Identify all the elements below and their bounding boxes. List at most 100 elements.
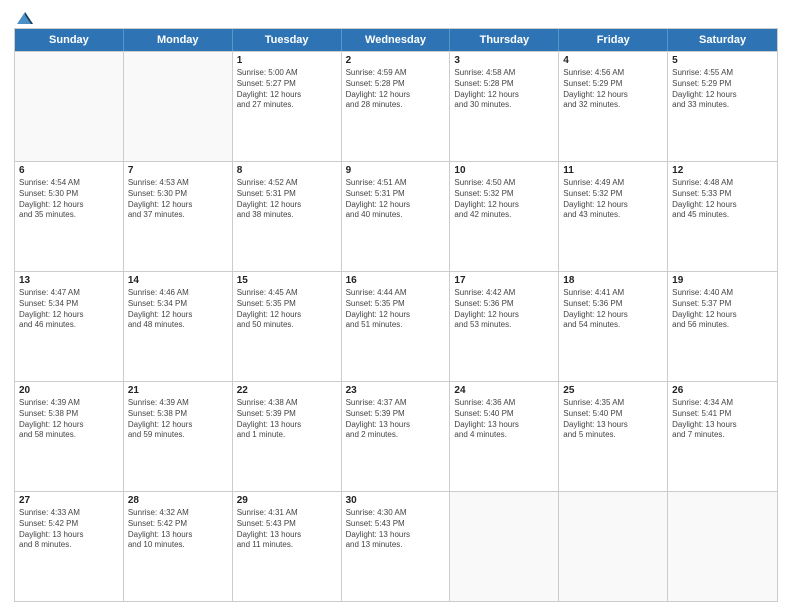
day-number: 16 bbox=[346, 275, 446, 286]
cal-cell: 21 Sunrise: 4:39 AM Sunset: 5:38 PM Dayli… bbox=[124, 382, 233, 491]
day-info: Sunrise: 4:31 AM Sunset: 5:43 PM Dayligh… bbox=[237, 508, 337, 551]
day-number: 26 bbox=[672, 385, 773, 396]
day-info: Sunrise: 4:49 AM Sunset: 5:32 PM Dayligh… bbox=[563, 178, 663, 221]
cal-cell: 28Sunrise: 4:32 AM Sunset: 5:42 PM Dayli… bbox=[124, 492, 233, 601]
day-info: Sunrise: 4:39 AM Sunset: 5:38 PM Dayligh… bbox=[19, 398, 119, 441]
cal-cell: 17Sunrise: 4:42 AM Sunset: 5:36 PM Dayli… bbox=[450, 272, 559, 381]
day-number: 25 bbox=[563, 385, 663, 396]
day-info: Sunrise: 4:39 AM Sunset: 5:38 PM Dayligh… bbox=[128, 398, 228, 441]
day-number: 21 bbox=[128, 385, 228, 396]
cal-cell: 8 Sunrise: 4:52 AM Sunset: 5:31 PM Daylig… bbox=[233, 162, 342, 271]
cal-cell: 24 Sunrise: 4:36 AM Sunset: 5:40 PM Dayli… bbox=[450, 382, 559, 491]
day-info: Sunrise: 4:51 AM Sunset: 5:31 PM Dayligh… bbox=[346, 178, 446, 221]
day-info: Sunrise: 4:48 AM Sunset: 5:33 PM Dayligh… bbox=[672, 178, 773, 221]
cal-cell: 10 Sunrise: 4:50 AM Sunset: 5:32 PM Dayli… bbox=[450, 162, 559, 271]
cal-header-friday: Friday bbox=[559, 29, 668, 51]
cal-header-wednesday: Wednesday bbox=[342, 29, 451, 51]
cal-cell: 6Sunrise: 4:54 AM Sunset: 5:30 PM Daylig… bbox=[15, 162, 124, 271]
cal-header-saturday: Saturday bbox=[668, 29, 777, 51]
cal-cell bbox=[15, 52, 124, 161]
day-info: Sunrise: 4:56 AM Sunset: 5:29 PM Dayligh… bbox=[563, 68, 663, 111]
cal-cell: 9 Sunrise: 4:51 AM Sunset: 5:31 PM Daylig… bbox=[342, 162, 451, 271]
day-number: 23 bbox=[346, 385, 446, 396]
cal-week-4: 20 Sunrise: 4:39 AM Sunset: 5:38 PM Dayli… bbox=[15, 381, 777, 491]
day-info: Sunrise: 4:47 AM Sunset: 5:34 PM Dayligh… bbox=[19, 288, 119, 331]
day-info: Sunrise: 4:52 AM Sunset: 5:31 PM Dayligh… bbox=[237, 178, 337, 221]
cal-cell bbox=[559, 492, 668, 601]
day-info: Sunrise: 4:41 AM Sunset: 5:36 PM Dayligh… bbox=[563, 288, 663, 331]
day-info: Sunrise: 4:37 AM Sunset: 5:39 PM Dayligh… bbox=[346, 398, 446, 441]
cal-cell: 22 Sunrise: 4:38 AM Sunset: 5:39 PM Dayli… bbox=[233, 382, 342, 491]
cal-cell: 18 Sunrise: 4:41 AM Sunset: 5:36 PM Dayli… bbox=[559, 272, 668, 381]
cal-cell: 19 Sunrise: 4:40 AM Sunset: 5:37 PM Dayli… bbox=[668, 272, 777, 381]
cal-cell: 27Sunrise: 4:33 AM Sunset: 5:42 PM Dayli… bbox=[15, 492, 124, 601]
logo bbox=[14, 10, 36, 22]
day-info: Sunrise: 4:45 AM Sunset: 5:35 PM Dayligh… bbox=[237, 288, 337, 331]
day-info: Sunrise: 4:55 AM Sunset: 5:29 PM Dayligh… bbox=[672, 68, 773, 111]
day-info: Sunrise: 4:40 AM Sunset: 5:37 PM Dayligh… bbox=[672, 288, 773, 331]
day-number: 12 bbox=[672, 165, 773, 176]
day-number: 30 bbox=[346, 495, 446, 506]
day-info: Sunrise: 4:33 AM Sunset: 5:42 PM Dayligh… bbox=[19, 508, 119, 551]
cal-header-sunday: Sunday bbox=[15, 29, 124, 51]
cal-header-thursday: Thursday bbox=[450, 29, 559, 51]
day-number: 8 bbox=[237, 165, 337, 176]
day-number: 3 bbox=[454, 55, 554, 66]
day-info: Sunrise: 4:34 AM Sunset: 5:41 PM Dayligh… bbox=[672, 398, 773, 441]
day-number: 2 bbox=[346, 55, 446, 66]
day-info: Sunrise: 4:50 AM Sunset: 5:32 PM Dayligh… bbox=[454, 178, 554, 221]
calendar-header-row: SundayMondayTuesdayWednesdayThursdayFrid… bbox=[15, 29, 777, 51]
cal-cell: 13 Sunrise: 4:47 AM Sunset: 5:34 PM Dayli… bbox=[15, 272, 124, 381]
day-number: 10 bbox=[454, 165, 554, 176]
day-info: Sunrise: 4:38 AM Sunset: 5:39 PM Dayligh… bbox=[237, 398, 337, 441]
day-info: Sunrise: 4:59 AM Sunset: 5:28 PM Dayligh… bbox=[346, 68, 446, 111]
day-number: 9 bbox=[346, 165, 446, 176]
day-info: Sunrise: 4:53 AM Sunset: 5:30 PM Dayligh… bbox=[128, 178, 228, 221]
day-number: 28 bbox=[128, 495, 228, 506]
cal-cell: 1 Sunrise: 5:00 AM Sunset: 5:27 PM Daylig… bbox=[233, 52, 342, 161]
day-info: Sunrise: 4:42 AM Sunset: 5:36 PM Dayligh… bbox=[454, 288, 554, 331]
cal-cell: 16 Sunrise: 4:44 AM Sunset: 5:35 PM Dayli… bbox=[342, 272, 451, 381]
cal-cell: 11 Sunrise: 4:49 AM Sunset: 5:32 PM Dayli… bbox=[559, 162, 668, 271]
day-number: 15 bbox=[237, 275, 337, 286]
day-number: 4 bbox=[563, 55, 663, 66]
day-number: 1 bbox=[237, 55, 337, 66]
day-info: Sunrise: 4:36 AM Sunset: 5:40 PM Dayligh… bbox=[454, 398, 554, 441]
cal-cell: 12 Sunrise: 4:48 AM Sunset: 5:33 PM Dayli… bbox=[668, 162, 777, 271]
cal-cell: 14 Sunrise: 4:46 AM Sunset: 5:34 PM Dayli… bbox=[124, 272, 233, 381]
cal-cell: 29 Sunrise: 4:31 AM Sunset: 5:43 PM Dayli… bbox=[233, 492, 342, 601]
cal-cell: 7 Sunrise: 4:53 AM Sunset: 5:30 PM Daylig… bbox=[124, 162, 233, 271]
cal-week-1: 1 Sunrise: 5:00 AM Sunset: 5:27 PM Daylig… bbox=[15, 51, 777, 161]
page: SundayMondayTuesdayWednesdayThursdayFrid… bbox=[0, 0, 792, 612]
day-number: 19 bbox=[672, 275, 773, 286]
day-number: 5 bbox=[672, 55, 773, 66]
day-info: Sunrise: 4:54 AM Sunset: 5:30 PM Dayligh… bbox=[19, 178, 119, 221]
day-info: Sunrise: 4:58 AM Sunset: 5:28 PM Dayligh… bbox=[454, 68, 554, 111]
cal-cell bbox=[668, 492, 777, 601]
day-info: Sunrise: 4:44 AM Sunset: 5:35 PM Dayligh… bbox=[346, 288, 446, 331]
day-number: 13 bbox=[19, 275, 119, 286]
cal-cell: 5 Sunrise: 4:55 AM Sunset: 5:29 PM Daylig… bbox=[668, 52, 777, 161]
cal-cell: 20 Sunrise: 4:39 AM Sunset: 5:38 PM Dayli… bbox=[15, 382, 124, 491]
day-number: 7 bbox=[128, 165, 228, 176]
cal-week-3: 13 Sunrise: 4:47 AM Sunset: 5:34 PM Dayli… bbox=[15, 271, 777, 381]
cal-cell: 4 Sunrise: 4:56 AM Sunset: 5:29 PM Daylig… bbox=[559, 52, 668, 161]
day-number: 24 bbox=[454, 385, 554, 396]
cal-header-tuesday: Tuesday bbox=[233, 29, 342, 51]
calendar-body: 1 Sunrise: 5:00 AM Sunset: 5:27 PM Daylig… bbox=[15, 51, 777, 601]
calendar: SundayMondayTuesdayWednesdayThursdayFrid… bbox=[14, 28, 778, 602]
day-number: 22 bbox=[237, 385, 337, 396]
day-number: 29 bbox=[237, 495, 337, 506]
day-number: 11 bbox=[563, 165, 663, 176]
cal-week-5: 27Sunrise: 4:33 AM Sunset: 5:42 PM Dayli… bbox=[15, 491, 777, 601]
day-number: 18 bbox=[563, 275, 663, 286]
cal-week-2: 6Sunrise: 4:54 AM Sunset: 5:30 PM Daylig… bbox=[15, 161, 777, 271]
cal-cell: 26 Sunrise: 4:34 AM Sunset: 5:41 PM Dayli… bbox=[668, 382, 777, 491]
day-info: Sunrise: 5:00 AM Sunset: 5:27 PM Dayligh… bbox=[237, 68, 337, 111]
day-info: Sunrise: 4:46 AM Sunset: 5:34 PM Dayligh… bbox=[128, 288, 228, 331]
cal-cell: 30 Sunrise: 4:30 AM Sunset: 5:43 PM Dayli… bbox=[342, 492, 451, 601]
day-number: 20 bbox=[19, 385, 119, 396]
day-info: Sunrise: 4:30 AM Sunset: 5:43 PM Dayligh… bbox=[346, 508, 446, 551]
cal-cell bbox=[124, 52, 233, 161]
day-number: 14 bbox=[128, 275, 228, 286]
